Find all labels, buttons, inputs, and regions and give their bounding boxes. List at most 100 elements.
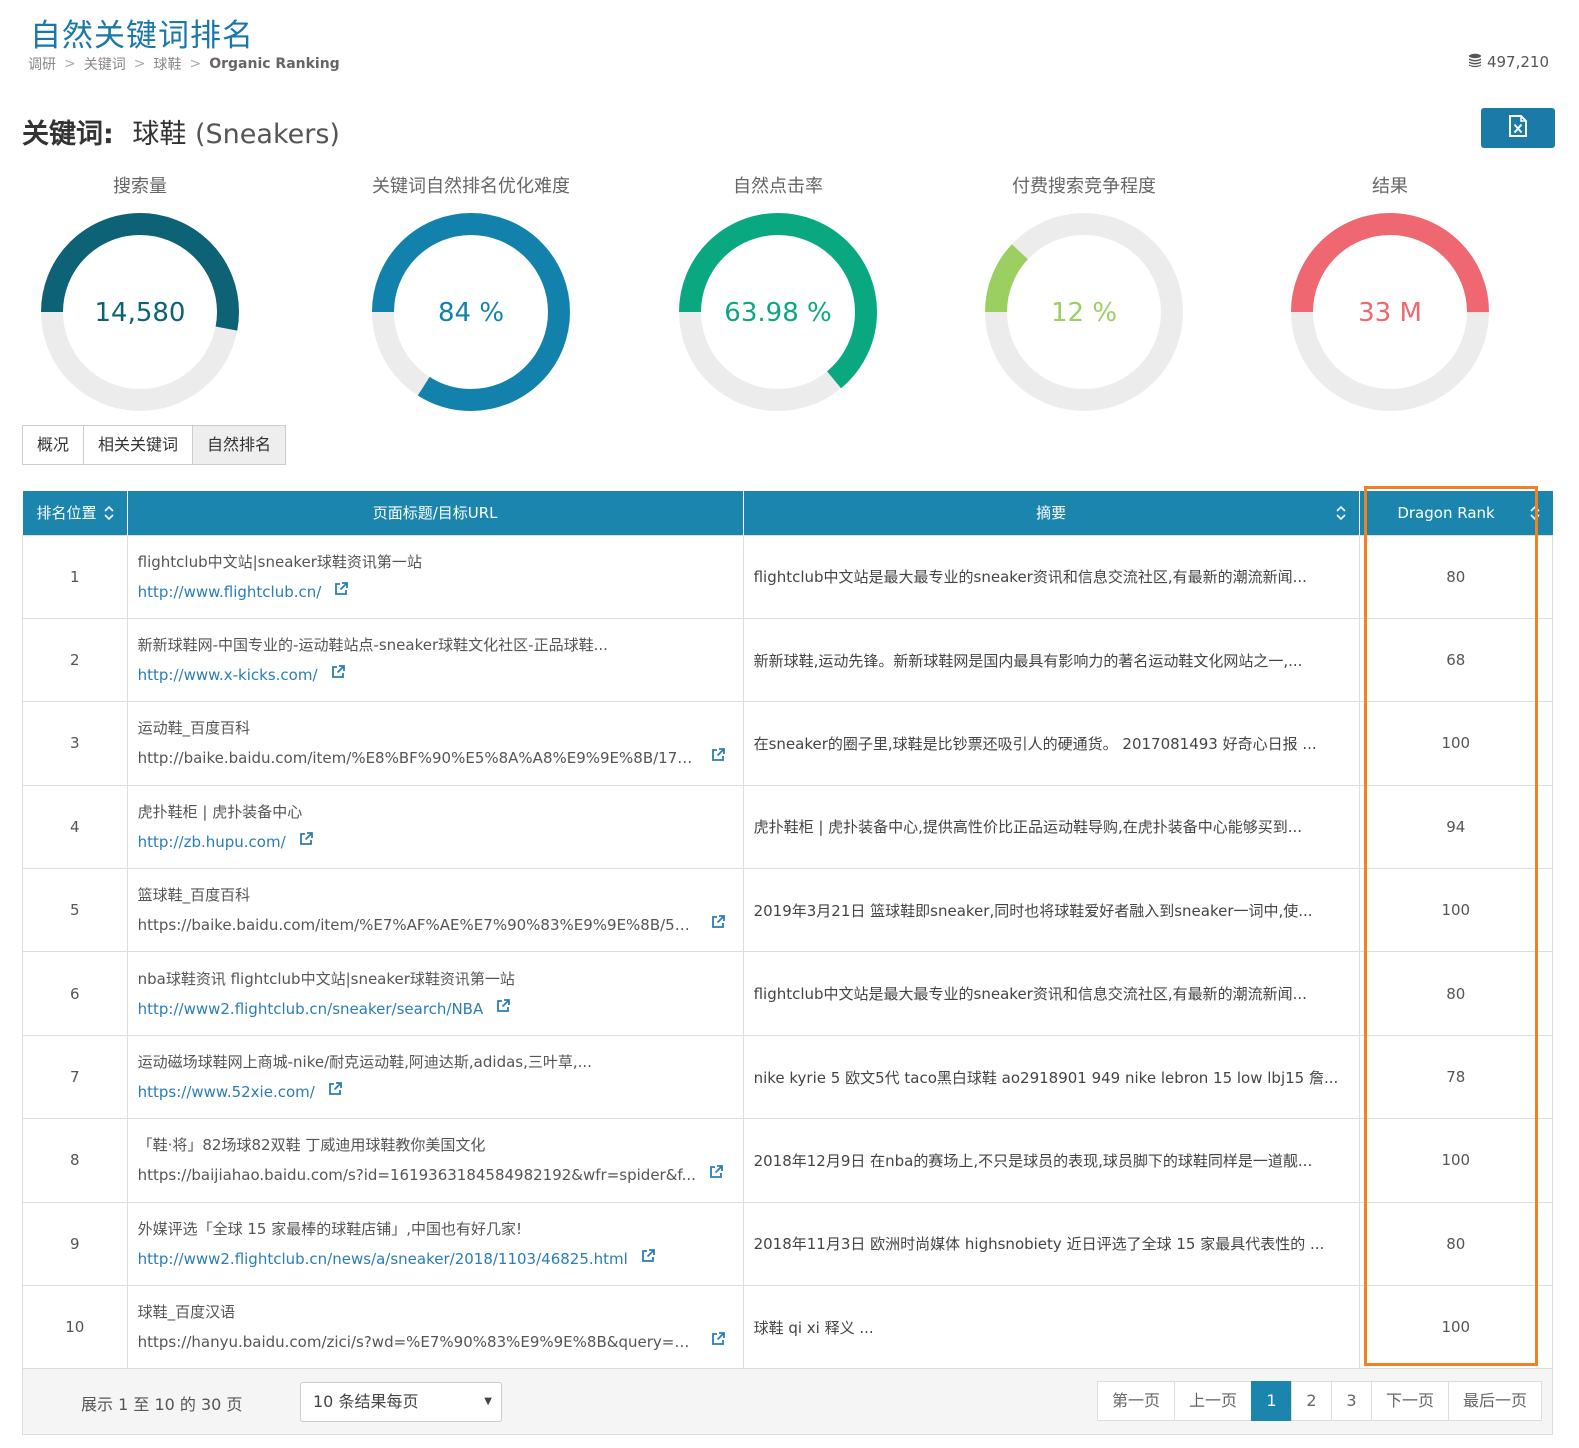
target-url-link[interactable]: http://www.flightclub.cn/	[138, 581, 322, 603]
summary-cell: 虎扑鞋柜 | 虎扑装备中心,提供高性价比正品运动鞋导购,在虎扑装备中心能够买到.…	[742, 784, 1360, 870]
target-url-link[interactable]: http://www2.flightclub.cn/sneaker/search…	[138, 998, 484, 1020]
column-header-position[interactable]: 排名位置	[22, 491, 128, 535]
page-button-3[interactable]: 3	[1330, 1381, 1372, 1421]
target-url-line: http://www.flightclub.cn/	[138, 581, 733, 603]
table-row: 7 运动磁场球鞋网上商城-nike/耐克运动鞋,阿迪达斯,adidas,三叶草,.…	[22, 1034, 1554, 1120]
export-excel-button[interactable]	[1481, 108, 1555, 148]
breadcrumb-separator: >	[133, 56, 146, 72]
sort-icon	[1529, 505, 1541, 525]
metric-value: 14,580	[94, 298, 186, 328]
external-link-icon[interactable]	[710, 747, 726, 769]
breadcrumb-item-keyword[interactable]: 球鞋	[153, 54, 181, 74]
summary-text: nike kyrie 5 欧文5代 taco黑白球鞋 ao2918901 949…	[753, 1068, 1339, 1087]
keyword-heading: 关键词: 球鞋 (Sneakers)	[22, 112, 340, 151]
page-title-text: flightclub中文站|sneaker球鞋资讯第一站	[137, 552, 422, 571]
target-url-link[interactable]: https://baijiahao.baidu.com/s?id=1619363…	[138, 1164, 696, 1186]
rank-position: 2	[70, 651, 80, 670]
dragon-rank-cell: 80	[1358, 951, 1554, 1036]
summary-cell: 球鞋 qi xi 释义 ...	[742, 1285, 1360, 1370]
page-button-2[interactable]: 2	[1290, 1381, 1332, 1421]
view-tabs: 概况 相关关键词 自然排名	[22, 425, 287, 465]
last-page-button[interactable]: 最后一页	[1447, 1381, 1542, 1421]
summary-text: flightclub中文站是最大最专业的sneaker资讯和信息交流社区,有最新…	[753, 985, 1307, 1004]
title-url-cell: 球鞋_百度汉语 https://hanyu.baidu.com/zici/s?wd…	[126, 1285, 744, 1370]
page-title-text: 外媒评选「全球 15 家最棒的球鞋店铺」,中国也有好几家!	[137, 1219, 523, 1238]
table-row: 5 篮球鞋_百度百科 https://baike.baidu.com/item/%E…	[22, 868, 1554, 953]
metric-value: 33 M	[1358, 298, 1422, 328]
table-row: 3 运动鞋_百度百科 http://baike.baidu.com/item/%E8…	[22, 701, 1554, 786]
page-button-1[interactable]: 1	[1250, 1381, 1292, 1421]
target-url-line: http://baike.baidu.com/item/%E8%BF%90%E5…	[138, 747, 733, 769]
breadcrumb-item-current: Organic Ranking	[209, 56, 340, 72]
target-url-link[interactable]: http://www2.flightclub.cn/news/a/sneaker…	[138, 1248, 628, 1270]
metric-label: 自然点击率	[733, 176, 823, 197]
metric-value: 84 %	[437, 298, 505, 328]
external-link-icon[interactable]	[327, 1081, 343, 1103]
target-url-link[interactable]: https://www.52xie.com/	[138, 1081, 315, 1103]
column-header-dragon-rank[interactable]: Dragon Rank	[1359, 491, 1553, 535]
table-row: 9 外媒评选「全球 15 家最棒的球鞋店铺」,中国也有好几家! http://www…	[22, 1201, 1554, 1287]
breadcrumb: 调研 > 关键词 > 球鞋 > Organic Ranking	[28, 54, 340, 74]
pagination: 第一页 上一页 1 2 3 下一页 最后一页	[1096, 1381, 1542, 1421]
table-row: 8 「鞋·将」82场球82双鞋 丁威迪用球鞋教你美国文化 https://baiji…	[22, 1118, 1554, 1203]
summary-text: 球鞋 qi xi 释义 ...	[753, 1318, 874, 1337]
page-size-value: 10 条结果每页	[313, 1392, 419, 1411]
dragon-rank-cell: 68	[1358, 617, 1554, 703]
summary-text: flightclub中文站是最大最专业的sneaker资讯和信息交流社区,有最新…	[753, 568, 1307, 587]
page-title-text: 运动磁场球鞋网上商城-nike/耐克运动鞋,阿迪达斯,adidas,三叶草,..…	[137, 1053, 592, 1072]
dragon-rank-value: 100	[1441, 1151, 1471, 1170]
tab-overview[interactable]: 概况	[22, 425, 85, 465]
summary-cell: 2018年12月9日 在nba的赛场上,不只是球员的表现,球员脚下的球鞋同样是一…	[742, 1118, 1360, 1203]
column-header-label: 摘要	[1036, 504, 1067, 523]
tab-organic-ranking[interactable]: 自然排名	[192, 425, 287, 465]
coins-icon	[1467, 52, 1483, 72]
column-header-summary[interactable]: 摘要	[743, 491, 1360, 535]
summary-cell: 在sneaker的圈子里,球鞋是比钞票还吸引人的硬通货。 2017081493 …	[742, 701, 1360, 786]
dragon-rank-value: 78	[1446, 1068, 1466, 1087]
table-row: 1 flightclub中文站|sneaker球鞋资讯第一站 http://www.…	[22, 534, 1554, 619]
target-url-link[interactable]: https://hanyu.baidu.com/zici/s?wd=%E7%90…	[138, 1331, 698, 1353]
target-url-link[interactable]: https://baike.baidu.com/item/%E7%AF%AE%E…	[138, 914, 698, 936]
target-url-link[interactable]: http://www.x-kicks.com/	[138, 664, 318, 686]
page-title-text: 运动鞋_百度百科	[137, 719, 251, 738]
metric-label: 结果	[1372, 176, 1408, 197]
target-url-link[interactable]: http://baike.baidu.com/item/%E8%BF%90%E5…	[138, 747, 698, 769]
rank-position: 6	[70, 984, 80, 1003]
breadcrumb-item-research[interactable]: 调研	[28, 54, 56, 74]
prev-page-button[interactable]: 上一页	[1173, 1381, 1252, 1421]
external-link-icon[interactable]	[710, 1331, 726, 1353]
tab-related-keywords[interactable]: 相关关键词	[83, 425, 194, 465]
dragon-rank-value: 80	[1446, 1234, 1466, 1253]
external-link-icon[interactable]	[298, 831, 314, 853]
column-header-label: 排名位置	[36, 504, 97, 523]
dragon-rank-cell: 100	[1358, 1285, 1554, 1370]
dragon-rank-cell: 100	[1358, 701, 1554, 786]
next-page-button[interactable]: 下一页	[1370, 1381, 1449, 1421]
breadcrumb-item-keywords[interactable]: 关键词	[84, 54, 126, 74]
external-link-icon[interactable]	[640, 1248, 656, 1270]
rank-position-cell: 10	[22, 1285, 128, 1370]
dragon-rank-cell: 80	[1358, 1201, 1554, 1287]
target-url-link[interactable]: http://zb.hupu.com/	[138, 831, 286, 853]
target-url-line: https://hanyu.baidu.com/zici/s?wd=%E7%90…	[138, 1331, 733, 1353]
external-link-icon[interactable]	[495, 998, 511, 1020]
target-url-line: https://www.52xie.com/	[138, 1081, 733, 1103]
dragon-rank-cell: 80	[1358, 534, 1554, 619]
summary-text: 2018年12月9日 在nba的赛场上,不只是球员的表现,球员脚下的球鞋同样是一…	[753, 1151, 1313, 1170]
external-link-icon[interactable]	[710, 914, 726, 936]
page-title-text: 球鞋_百度汉语	[137, 1303, 236, 1322]
column-header-title-url: 页面标题/目标URL	[127, 491, 744, 535]
table-header-row: 排名位置 页面标题/目标URL 摘要 Dragon Rank	[22, 491, 1553, 535]
metric-value: 63.98 %	[724, 298, 832, 328]
external-link-icon[interactable]	[333, 581, 349, 603]
rank-position-cell: 2	[22, 617, 128, 703]
rank-position-cell: 6	[22, 951, 128, 1036]
summary-cell: 2019年3月21日 篮球鞋即sneaker,同时也将球鞋爱好者融入到sneak…	[742, 868, 1360, 953]
external-link-icon[interactable]	[330, 664, 346, 686]
page-size-select[interactable]: 10 条结果每页 ▼	[300, 1382, 502, 1422]
rank-position-cell: 8	[22, 1118, 128, 1203]
rank-position: 8	[70, 1151, 80, 1170]
external-link-icon[interactable]	[708, 1164, 724, 1186]
column-header-label: 页面标题/目标URL	[372, 504, 498, 523]
first-page-button[interactable]: 第一页	[1096, 1381, 1175, 1421]
